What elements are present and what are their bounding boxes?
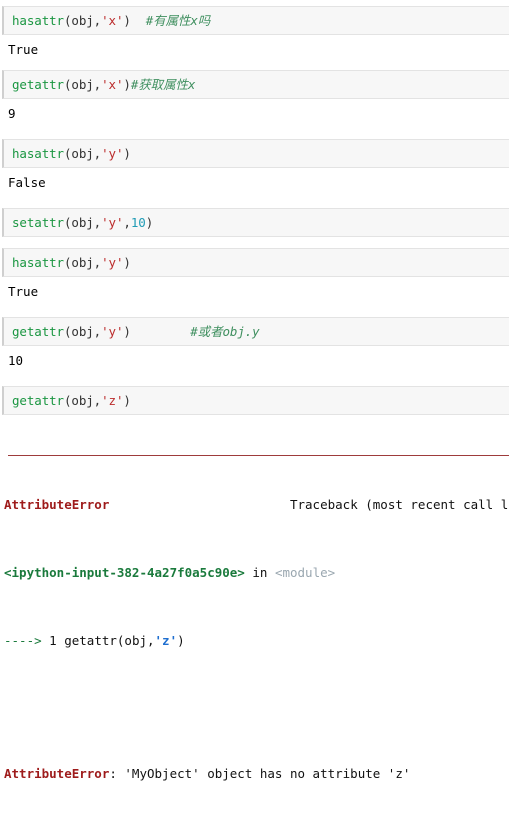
traceback-divider (8, 455, 509, 456)
code-token-2: 'y' (101, 324, 124, 339)
code-token-4: #有属性x吗 (145, 13, 211, 28)
output-hasattr-y-before: False (0, 168, 509, 197)
code-cell-hasattr-y-after[interactable]: hasattr(obj,'y') (2, 248, 509, 277)
gap-5 (0, 306, 509, 317)
traceback-gap (4, 700, 509, 714)
code-token-0: hasattr (12, 255, 64, 270)
code-token-2: 'y' (101, 146, 124, 161)
traceback-code-line: ----> 1 getattr(obj,'z') (4, 632, 509, 649)
code-token-3: ) (123, 13, 146, 28)
traceback-final-line: AttributeError: 'MyObject' object has no… (4, 765, 509, 782)
traceback-final-error-name: AttributeError (4, 766, 110, 781)
code-token-0: hasattr (12, 146, 64, 161)
gap-4 (0, 237, 509, 248)
traceback-scope: <module> (274, 565, 336, 580)
code-token-4: #或者obj.y (190, 324, 260, 339)
gap-2 (0, 128, 509, 139)
traceback-in-word: in (244, 565, 275, 580)
gap-6 (0, 375, 509, 386)
traceback-file-line: <ipython-input-382-4a27f0a5c90e> in <mod… (4, 564, 509, 581)
code-token-2: 'z' (101, 393, 124, 408)
code-token-1: (obj, (63, 77, 102, 92)
output-getattr-x: 9 (0, 99, 509, 128)
code-cell-getattr-y[interactable]: getattr(obj,'y') #或者obj.y (2, 317, 509, 346)
code-token-0: hasattr (12, 13, 64, 28)
code-token-4: 10 (130, 215, 146, 230)
code-token-5: ) (145, 215, 154, 230)
code-token-2: 'y' (101, 215, 124, 230)
traceback-code-suffix: ) (177, 633, 185, 648)
code-token-2: 'x' (101, 77, 124, 92)
code-cell-getattr-x[interactable]: getattr(obj,'x')#获取属性x (2, 70, 509, 99)
code-cell-getattr-z[interactable]: getattr(obj,'z') (2, 386, 509, 415)
code-token-2: 'x' (101, 13, 124, 28)
code-cell-setattr-y[interactable]: setattr(obj,'y',10) (2, 208, 509, 237)
code-token-2: 'y' (101, 255, 124, 270)
code-token-1: (obj, (63, 324, 102, 339)
code-token-0: getattr (12, 77, 64, 92)
traceback-header-pad (109, 497, 290, 512)
code-cell-hasattr-x[interactable]: hasattr(obj,'x') #有属性x吗 (2, 6, 509, 35)
gap-3 (0, 197, 509, 208)
code-token-3: ) (123, 77, 131, 92)
code-token-0: getattr (12, 324, 64, 339)
error-traceback-output: AttributeError Traceback (most recent ca… (0, 415, 509, 820)
traceback-header-right: Traceback (most recent call l (289, 497, 509, 512)
code-token-1: (obj, (63, 146, 102, 161)
code-token-1: (obj, (63, 215, 102, 230)
code-token-4: #获取属性x (130, 77, 196, 92)
code-token-0: setattr (12, 215, 64, 230)
code-cell-hasattr-y-before[interactable]: hasattr(obj,'y') (2, 139, 509, 168)
traceback-arrow-icon: ----> (4, 633, 50, 648)
traceback-line-number: 1 (49, 633, 65, 648)
traceback-code-string: 'z' (154, 633, 178, 648)
output-getattr-y: 10 (0, 346, 509, 375)
traceback-error-name: AttributeError (4, 497, 110, 512)
traceback-header-line: AttributeError Traceback (most recent ca… (4, 496, 509, 513)
output-hasattr-y-after: True (0, 277, 509, 306)
code-token-3: ) (123, 324, 191, 339)
traceback-file-ref: <ipython-input-382-4a27f0a5c90e> (4, 565, 245, 580)
output-hasattr-x: True (0, 35, 509, 64)
code-token-3: ) (123, 393, 131, 408)
traceback-final-error-message: : 'MyObject' object has no attribute 'z' (109, 766, 411, 781)
code-token-3: ) (123, 146, 131, 161)
code-token-3: , (123, 215, 131, 230)
code-token-1: (obj, (63, 13, 102, 28)
code-token-3: ) (123, 255, 131, 270)
code-token-0: getattr (12, 393, 64, 408)
code-token-1: (obj, (63, 393, 102, 408)
code-token-1: (obj, (63, 255, 102, 270)
traceback-code-prefix: getattr(obj, (64, 633, 155, 648)
notebook-container: hasattr(obj,'x') #有属性x吗 True getattr(obj… (0, 0, 509, 820)
